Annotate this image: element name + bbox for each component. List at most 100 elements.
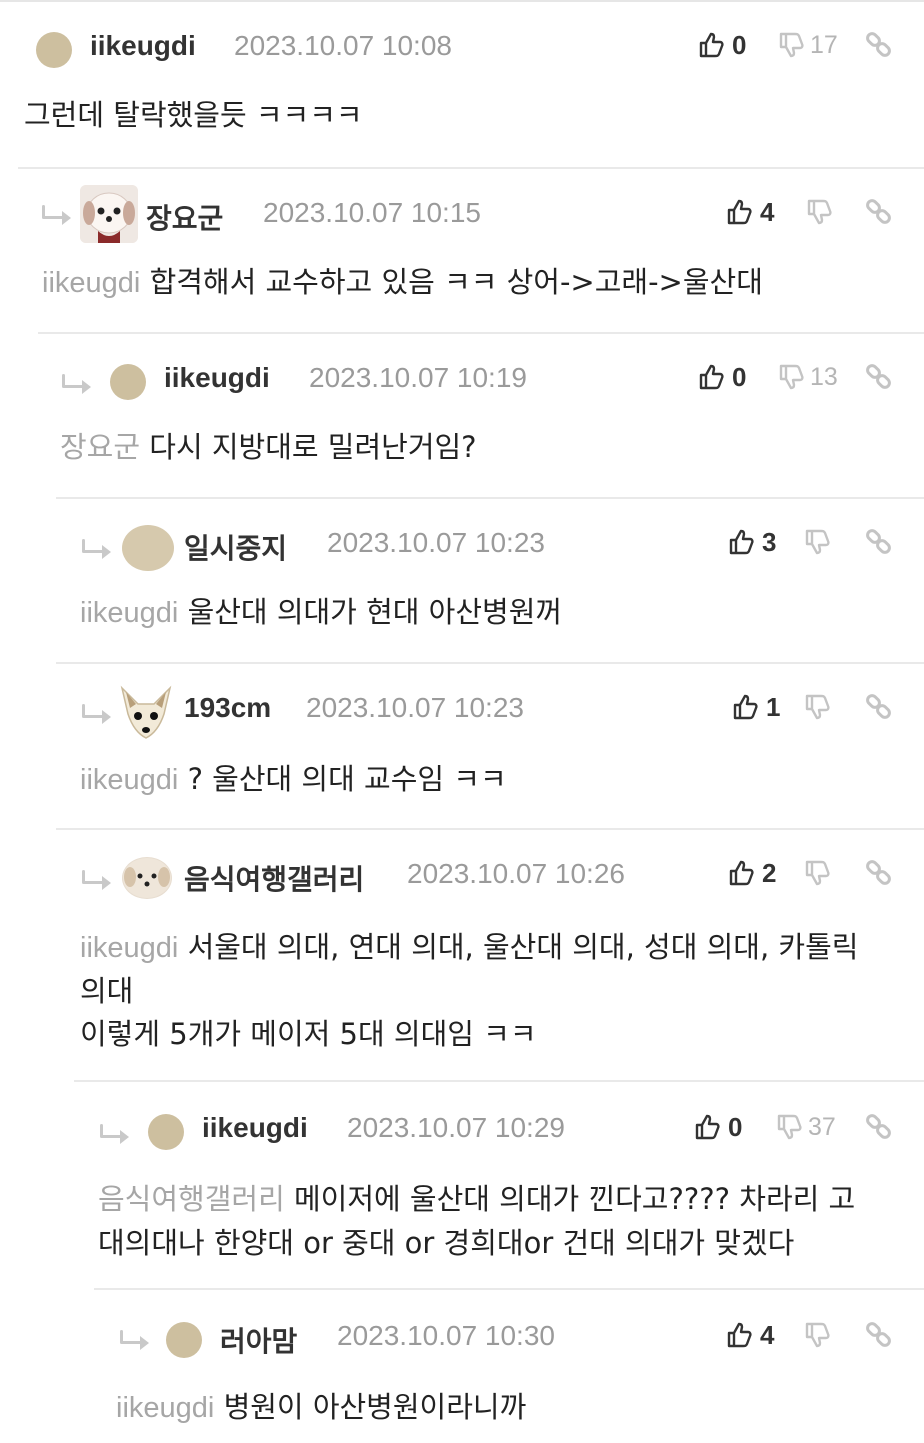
like-count: 0 [728,1111,743,1142]
like-button[interactable]: 0 [698,28,746,62]
dislike-button[interactable]: 17 [778,28,838,62]
comment-body: iikeugdi 병원이 아산병원이라니까 [116,1386,526,1430]
dislike-button[interactable] [804,856,830,890]
comment-line: 대의대나 한양대 or 중대 or 경희대or 건대 의대가 맞겠다 [98,1226,795,1260]
reply-arrow-icon [40,205,72,225]
reply-arrow-icon [60,374,92,394]
user-avatar[interactable] [148,1114,184,1150]
comment-body: iikeugdi 울산대 의대가 현대 아산병원꺼 [80,591,562,635]
comment: 193cm 2023.10.07 10:23 1 iikeugdi ? 울산대 … [56,662,924,830]
puppy-icon [123,858,171,898]
dislike-button[interactable] [804,690,830,724]
thumbs-down-icon [805,694,830,720]
comment-body: iikeugdi 합격해서 교수하고 있음 ㅋㅋ 상어->고래->울산대 [42,261,763,305]
comment-author[interactable]: iikeugdi [164,362,270,394]
comment-author[interactable]: 일시중지 [184,527,287,567]
link-icon[interactable] [864,858,894,888]
like-button[interactable]: 4 [726,195,774,229]
comment: 장요군 2023.10.07 10:15 4 iikeugdi 합격해서 교수하… [18,167,924,334]
user-avatar[interactable] [166,1322,202,1358]
comment: iikeugdi 2023.10.07 10:29 0 37 음식여행갤러리 메… [74,1080,924,1290]
mention[interactable]: 음식여행갤러리 [98,1184,285,1216]
comment-line: 의대 [80,974,134,1008]
comment-header: iikeugdi 2023.10.07 10:19 0 13 [38,334,924,414]
link-icon[interactable] [864,197,894,227]
like-button[interactable]: 0 [694,1110,742,1144]
like-count: 2 [762,857,777,888]
dog-photo-avatar[interactable] [80,185,138,243]
link-icon[interactable] [864,30,894,60]
comment-header: 음식여행갤러리 2023.10.07 10:26 2 [56,830,924,910]
like-count: 4 [760,1319,775,1350]
comment-header: 장요군 2023.10.07 10:15 4 [18,169,924,249]
comment-body: 장요군 다시 지방대로 밀려난거임? [60,426,477,470]
mention[interactable]: iikeugdi [42,267,140,299]
dislike-count: 17 [810,30,838,59]
comment-text: ? 울산대 의대 교수임 ㅋㅋ [187,762,507,796]
comment-header: iikeugdi 2023.10.07 10:08 0 17 [0,2,924,82]
like-count: 4 [760,196,775,227]
mention[interactable]: iikeugdi [80,932,178,964]
like-count: 1 [766,691,781,722]
dislike-button[interactable]: 13 [778,360,838,394]
comment-author[interactable]: iikeugdi [202,1112,308,1144]
comment: iikeugdi 2023.10.07 10:08 0 17 그런데 탈락했을듯… [0,2,924,167]
comment-date: 2023.10.07 10:26 [407,858,625,889]
comment-date: 2023.10.07 10:23 [327,527,545,558]
thumbs-down-icon [807,199,832,225]
mention[interactable]: iikeugdi [80,764,178,796]
link-icon[interactable] [864,1112,894,1142]
link-icon[interactable] [864,362,894,392]
thumbs-down-icon [779,32,804,58]
thumbs-up-icon [695,1114,720,1140]
like-button[interactable]: 3 [728,525,776,559]
thumbs-down-icon [805,529,830,555]
oval-avatar[interactable] [122,525,174,571]
comment-date: 2023.10.07 10:29 [347,1112,565,1143]
link-icon[interactable] [864,1320,894,1350]
fox-icon [120,685,172,739]
user-avatar[interactable] [110,364,146,400]
dislike-count: 13 [810,362,838,391]
comment-body: 그런데 탈락했을듯 ㅋㅋㅋㅋ [24,94,363,137]
like-count: 0 [732,29,747,60]
comment-line: iikeugdi 서울대 의대, 연대 의대, 울산대 의대, 성대 의대, 카… [80,926,858,970]
dislike-button[interactable] [806,195,832,229]
thumbs-down-icon [777,1114,802,1140]
comment-text: 병원이 아산병원이라니까 [223,1390,527,1424]
dislike-button[interactable] [804,1318,830,1352]
comment: 일시중지 2023.10.07 10:23 3 iikeugdi 울산대 의대가… [56,497,924,664]
thumbs-up-icon [727,199,752,225]
thumbs-down-icon [805,1322,830,1348]
like-button[interactable]: 0 [698,360,746,394]
reply-arrow-icon [98,1124,130,1144]
mention[interactable]: iikeugdi [116,1392,214,1424]
thumbs-up-icon [727,1322,752,1348]
comment: 음식여행갤러리 2023.10.07 10:26 2 iikeugdi 서울대 … [56,828,924,1082]
like-button[interactable]: 1 [732,690,780,724]
comment-author[interactable]: 음식여행갤러리 [184,858,364,898]
comment-author[interactable]: iikeugdi [90,30,196,62]
comment-date: 2023.10.07 10:08 [234,30,452,61]
dog-photo-icon [80,185,138,243]
comment-author[interactable]: 193cm [184,692,271,724]
user-avatar[interactable] [36,32,72,68]
link-icon[interactable] [864,692,894,722]
comment-text: 울산대 의대가 현대 아산병원꺼 [187,595,563,629]
comment-header: 러아맘 2023.10.07 10:30 4 [94,1290,924,1370]
comment-header: iikeugdi 2023.10.07 10:29 0 37 [74,1082,924,1162]
puppy-avatar[interactable] [122,857,172,899]
reply-arrow-icon [80,539,112,559]
mention[interactable]: iikeugdi [80,597,178,629]
thumbs-up-icon [699,32,724,58]
dislike-button[interactable] [804,525,830,559]
thumbs-up-icon [729,529,754,555]
fox-avatar[interactable] [118,684,174,740]
like-button[interactable]: 4 [726,1318,774,1352]
like-button[interactable]: 2 [728,856,776,890]
comment-author[interactable]: 장요군 [146,197,223,237]
mention[interactable]: 장요군 [60,432,140,464]
comment-author[interactable]: 러아맘 [220,1320,297,1360]
link-icon[interactable] [864,527,894,557]
dislike-button[interactable]: 37 [776,1110,836,1144]
